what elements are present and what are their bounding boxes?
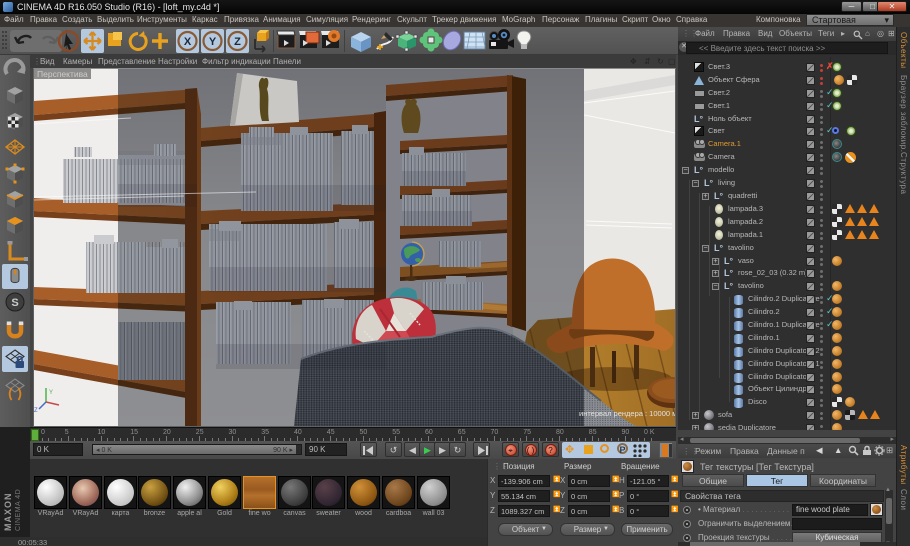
svg-text:Z: Z	[234, 36, 241, 48]
svg-text:Y: Y	[49, 390, 53, 396]
svg-text:S: S	[11, 297, 18, 309]
svg-text:интервал рендера : 10000 мс: интервал рендера : 10000 мс	[579, 409, 675, 418]
svg-text:Y: Y	[209, 36, 217, 48]
svg-text:Z: Z	[34, 408, 38, 414]
svg-text:X: X	[184, 36, 192, 48]
